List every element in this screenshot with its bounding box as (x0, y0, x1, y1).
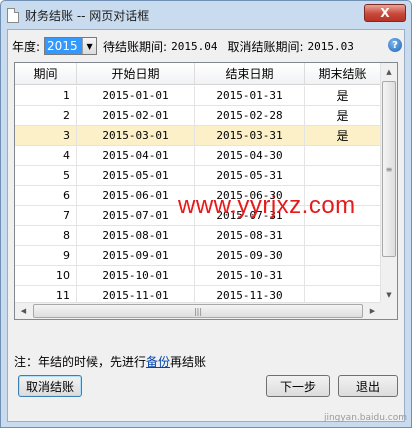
scroll-down-icon[interactable]: ▼ (381, 286, 397, 303)
cell-closed (305, 206, 381, 225)
column-header-closed[interactable]: 期末结账 (305, 63, 381, 84)
table-row[interactable]: 7 2015-07-01 2015-07-31 (15, 206, 381, 226)
horizontal-scrollbar[interactable]: ◀ ||| ▶ (15, 302, 381, 319)
cell-start-date: 2015-05-01 (77, 166, 195, 185)
year-label: 年度: (12, 39, 41, 54)
table-row[interactable]: 4 2015-04-01 2015-04-30 (15, 146, 381, 166)
period-table: 期间 开始日期 结束日期 期末结账 1 2015-01-01 2015-01-31 是… (14, 62, 398, 320)
pending-period-label: 待结账期间: (103, 39, 168, 54)
table-row[interactable]: 5 2015-05-01 2015-05-31 (15, 166, 381, 186)
cell-end-date: 2015-04-30 (195, 146, 305, 165)
table-row[interactable]: 3 2015-03-01 2015-03-31 是 (15, 126, 381, 146)
scroll-right-icon[interactable]: ▶ (364, 303, 381, 319)
pending-period-value: 2015.04 (171, 39, 218, 53)
cancel-period-value: 2015.03 (307, 39, 354, 53)
cell-end-date: 2015-05-31 (195, 166, 305, 185)
horizontal-scroll-thumb[interactable]: ||| (33, 304, 363, 318)
cell-period: 8 (15, 226, 77, 245)
cell-period: 5 (15, 166, 77, 185)
cell-start-date: 2015-07-01 (77, 206, 195, 225)
year-select-value[interactable]: 2015 (45, 38, 83, 54)
help-icon[interactable]: ? (388, 38, 402, 52)
table-row[interactable]: 8 2015-08-01 2015-08-31 (15, 226, 381, 246)
cell-closed (305, 166, 381, 185)
document-icon (7, 7, 19, 23)
dropdown-arrow-icon[interactable]: ▼ (82, 38, 97, 54)
cell-end-date: 2015-06-30 (195, 186, 305, 205)
note-prefix: 注：年结的时候，先进行 (14, 355, 147, 369)
cell-closed: 是 (305, 86, 381, 105)
exit-button[interactable]: 退出 (338, 375, 398, 397)
scroll-up-icon[interactable]: ▲ (381, 63, 397, 80)
column-header-end-date[interactable]: 结束日期 (195, 63, 305, 84)
cell-end-date: 2015-01-31 (195, 86, 305, 105)
cell-end-date: 2015-03-31 (195, 126, 305, 145)
cell-start-date: 2015-08-01 (77, 226, 195, 245)
close-button[interactable]: X (364, 4, 406, 22)
cell-closed (305, 246, 381, 265)
cell-start-date: 2015-06-01 (77, 186, 195, 205)
period-info-bar: 年度: 2015 ▼ 待结账期间: 2015.04 取消结账期间: 2015.0… (12, 36, 402, 56)
vertical-scroll-thumb[interactable]: ≡ (382, 81, 396, 257)
backup-note: 注：年结的时候，先进行备份再结账 (14, 353, 206, 370)
scroll-left-icon[interactable]: ◀ (15, 303, 32, 319)
cell-closed (305, 146, 381, 165)
note-suffix: 再结账 (170, 355, 207, 369)
scrollbar-corner (380, 302, 397, 319)
table-body: 1 2015-01-01 2015-01-31 是 2 2015-02-01 2015-02… (15, 86, 381, 306)
backup-link[interactable]: 备份 (146, 355, 170, 369)
cell-period: 9 (15, 246, 77, 265)
cell-start-date: 2015-01-01 (77, 86, 195, 105)
cell-closed: 是 (305, 106, 381, 125)
cell-start-date: 2015-02-01 (77, 106, 195, 125)
cancel-period-label: 取消结账期间: (227, 39, 304, 54)
cell-period: 6 (15, 186, 77, 205)
cell-period: 1 (15, 86, 77, 105)
title-bar[interactable]: 财务结账 -- 网页对话框 X (1, 1, 411, 29)
table-row[interactable]: 9 2015-09-01 2015-09-30 (15, 246, 381, 266)
cell-end-date: 2015-08-31 (195, 226, 305, 245)
cancel-closing-button[interactable]: 取消结账 (18, 375, 82, 397)
table-row[interactable]: 6 2015-06-01 2015-06-30 (15, 186, 381, 206)
cell-period: 3 (15, 126, 77, 145)
cell-closed (305, 266, 381, 285)
column-header-period[interactable]: 期间 (15, 63, 77, 84)
cell-period: 2 (15, 106, 77, 125)
table-header: 期间 开始日期 结束日期 期末结账 (15, 63, 381, 85)
window-title: 财务结账 -- 网页对话框 (25, 8, 150, 23)
next-step-button[interactable]: 下一步 (266, 375, 330, 397)
cell-period: 4 (15, 146, 77, 165)
cell-end-date: 2015-07-31 (195, 206, 305, 225)
cell-start-date: 2015-10-01 (77, 266, 195, 285)
cell-end-date: 2015-10-31 (195, 266, 305, 285)
dialog-window: 财务结账 -- 网页对话框 X 年度: 2015 ▼ 待结账期间: 2015.0… (0, 0, 412, 428)
vertical-scrollbar[interactable]: ▲ ≡ ▼ (380, 63, 397, 303)
dialog-body: 年度: 2015 ▼ 待结账期间: 2015.04 取消结账期间: 2015.0… (7, 29, 405, 422)
column-header-start-date[interactable]: 开始日期 (77, 63, 195, 84)
cell-period: 10 (15, 266, 77, 285)
footer-watermark: jingyan.baidu.com (323, 413, 407, 423)
table-row[interactable]: 2 2015-02-01 2015-02-28 是 (15, 106, 381, 126)
cell-closed (305, 186, 381, 205)
table-row[interactable]: 1 2015-01-01 2015-01-31 是 (15, 86, 381, 106)
cell-start-date: 2015-04-01 (77, 146, 195, 165)
cell-start-date: 2015-03-01 (77, 126, 195, 145)
year-select[interactable]: 2015 ▼ (44, 37, 98, 55)
cell-end-date: 2015-09-30 (195, 246, 305, 265)
cell-end-date: 2015-02-28 (195, 106, 305, 125)
table-row[interactable]: 10 2015-10-01 2015-10-31 (15, 266, 381, 286)
cell-period: 7 (15, 206, 77, 225)
cell-start-date: 2015-09-01 (77, 246, 195, 265)
cell-closed: 是 (305, 126, 381, 145)
cell-closed (305, 226, 381, 245)
